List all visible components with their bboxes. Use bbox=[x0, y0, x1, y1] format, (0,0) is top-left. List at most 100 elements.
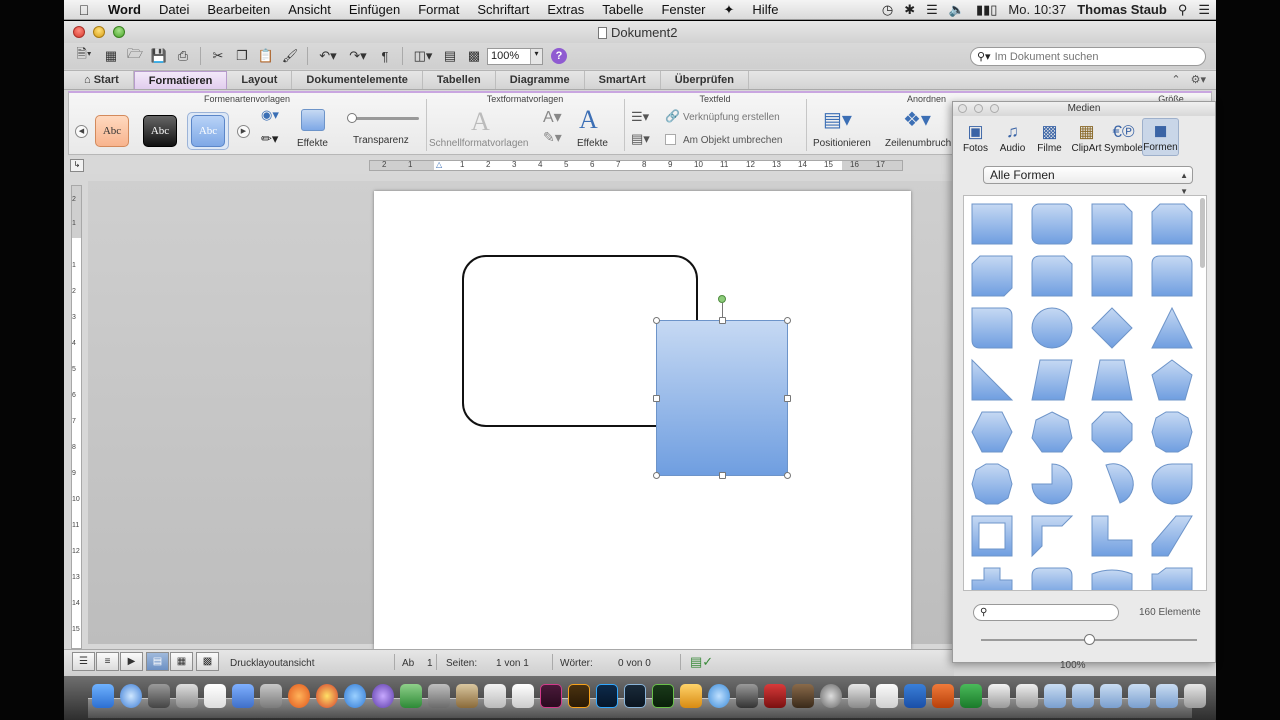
shape-hexagon[interactable] bbox=[971, 411, 1013, 453]
text-outline-icon[interactable]: ✎▾ bbox=[543, 129, 562, 146]
volume-icon[interactable]: 🔈 bbox=[949, 2, 965, 18]
menu-extras[interactable]: Extras bbox=[538, 2, 593, 17]
tab-smartart[interactable]: SmartArt bbox=[585, 71, 661, 89]
script-menu-icon[interactable]: ✦ bbox=[715, 2, 744, 18]
office-tool-icon[interactable] bbox=[1016, 684, 1038, 708]
position-label[interactable]: Positionieren bbox=[813, 138, 871, 149]
calendar-icon[interactable] bbox=[204, 684, 226, 708]
media-tab-filme[interactable]: ▩ Filme bbox=[1031, 118, 1068, 156]
bluetooth-icon[interactable]: ✱ bbox=[904, 2, 915, 18]
rotation-handle[interactable] bbox=[718, 295, 726, 303]
print-layout-view-icon[interactable]: ▤ bbox=[146, 652, 169, 671]
undo-icon[interactable]: ↶▾ bbox=[314, 46, 342, 66]
folder-icon[interactable] bbox=[1072, 684, 1094, 708]
paragraph-marks-icon[interactable]: ¶ bbox=[374, 46, 396, 66]
shape-snip-corner-rectangle[interactable] bbox=[1091, 203, 1133, 245]
textedit-icon[interactable] bbox=[484, 684, 506, 708]
quick-styles-label[interactable]: Schnellformatvorlagen bbox=[429, 138, 529, 149]
downloads-folder-icon[interactable] bbox=[1156, 684, 1178, 708]
effects-preview[interactable] bbox=[301, 109, 325, 131]
app-store-icon[interactable] bbox=[120, 684, 142, 708]
vertical-ruler[interactable]: 2 1 1 2 3 4 5 6 7 8 9 10 11 12 13 14 15 bbox=[71, 185, 82, 649]
finder-icon[interactable] bbox=[92, 684, 114, 708]
style-next-button[interactable]: ▶ bbox=[237, 125, 250, 138]
media-tab-clipart[interactable]: ▦ ClipArt bbox=[1068, 118, 1105, 156]
shape-half-frame[interactable] bbox=[1031, 515, 1074, 558]
indesign-icon[interactable] bbox=[540, 684, 562, 708]
menu-tabelle[interactable]: Tabelle bbox=[593, 2, 652, 17]
shape-decagon[interactable] bbox=[1151, 411, 1193, 453]
resize-handle-bottom-left[interactable] bbox=[653, 472, 660, 479]
redo-icon[interactable]: ↷▾ bbox=[344, 46, 372, 66]
firefox-icon[interactable] bbox=[288, 684, 310, 708]
illustrator-icon[interactable] bbox=[568, 684, 590, 708]
format-painter-icon[interactable]: 🖌 bbox=[279, 46, 301, 66]
paste-icon[interactable]: 📋 bbox=[255, 46, 277, 66]
horizontal-ruler[interactable]: 2 1 △ 1 2 3 4 5 6 7 8 9 10 11 12 13 14 1… bbox=[369, 160, 903, 171]
thumbnail-size-knob[interactable] bbox=[1084, 634, 1095, 645]
save-icon[interactable]: 💾 bbox=[148, 46, 170, 66]
text-direction-icon[interactable]: ☰▾ bbox=[631, 109, 649, 125]
apple-icon[interactable]:  bbox=[64, 2, 104, 18]
shape-right-triangle[interactable] bbox=[971, 358, 1014, 401]
cut-icon[interactable]: ✂ bbox=[207, 46, 229, 66]
menu-ansicht[interactable]: Ansicht bbox=[279, 2, 340, 17]
view-layout-icon[interactable]: ◫▾ bbox=[409, 46, 437, 66]
shape-frame[interactable] bbox=[971, 515, 1013, 557]
menu-format[interactable]: Format bbox=[409, 2, 468, 17]
media-tab-audio[interactable]: ♫ Audio bbox=[994, 118, 1031, 156]
shape-plaque[interactable] bbox=[1031, 567, 1073, 591]
wrap-text-label[interactable]: Zeilenumbruch bbox=[885, 138, 951, 149]
menu-datei[interactable]: Datei bbox=[150, 2, 198, 17]
minimize-button[interactable] bbox=[93, 26, 105, 38]
create-link-label[interactable]: Verknüpfung erstellen bbox=[683, 112, 780, 123]
powerpoint-app-icon[interactable] bbox=[932, 684, 954, 708]
shape-diamond[interactable] bbox=[1091, 307, 1133, 349]
itunes-icon[interactable] bbox=[372, 684, 394, 708]
chevron-down-icon[interactable]: ▾ bbox=[530, 48, 542, 64]
battery-icon[interactable]: ▮▮▯ bbox=[976, 2, 997, 18]
time-machine-icon[interactable]: ◷ bbox=[882, 2, 893, 18]
word-app-icon[interactable] bbox=[904, 684, 926, 708]
shape-rectangle[interactable] bbox=[971, 203, 1013, 245]
system-preferences-icon[interactable] bbox=[260, 684, 282, 708]
fill-color-icon[interactable]: ◉▾ bbox=[261, 107, 279, 123]
media-browser-icon[interactable]: ▩ bbox=[463, 46, 485, 66]
camera-icon[interactable] bbox=[736, 684, 758, 708]
full-screen-view-icon[interactable]: ▩ bbox=[196, 652, 219, 671]
tab-diagramme[interactable]: Diagramme bbox=[496, 71, 585, 89]
dreamweaver-icon[interactable] bbox=[652, 684, 674, 708]
trash-icon[interactable] bbox=[1184, 684, 1206, 708]
resize-handle-top-right[interactable] bbox=[784, 317, 791, 324]
shape-oval[interactable] bbox=[1031, 307, 1073, 349]
shape-can[interactable] bbox=[1091, 569, 1133, 591]
shape-chord[interactable] bbox=[1105, 463, 1134, 504]
excel-app-icon[interactable] bbox=[960, 684, 982, 708]
shape-pie[interactable] bbox=[1031, 463, 1073, 505]
folder-icon[interactable] bbox=[1128, 684, 1150, 708]
position-icon[interactable]: ▤▾ bbox=[823, 107, 852, 132]
lightroom-icon[interactable] bbox=[624, 684, 646, 708]
text-align-icon[interactable]: ▤▾ bbox=[631, 131, 650, 147]
menu-fenster[interactable]: Fenster bbox=[652, 2, 714, 17]
zoom-button[interactable] bbox=[113, 26, 125, 38]
shape-triangle[interactable] bbox=[1151, 306, 1193, 349]
search-input[interactable] bbox=[994, 50, 1195, 63]
archive-icon[interactable] bbox=[680, 684, 702, 708]
document-canvas[interactable] bbox=[88, 181, 954, 651]
shape-style-blue[interactable]: Abc bbox=[191, 115, 225, 147]
open-icon[interactable]: 🗁 bbox=[124, 46, 146, 66]
tab-start[interactable]: ⌂ Start bbox=[70, 71, 134, 89]
panel-header[interactable]: Medien bbox=[953, 102, 1215, 116]
tab-layout[interactable]: Layout bbox=[227, 71, 293, 89]
resize-handle-top[interactable] bbox=[719, 317, 726, 324]
transparency-knob[interactable] bbox=[347, 113, 357, 123]
shape-round-corner-rectangle[interactable] bbox=[1091, 255, 1133, 297]
publishing-view-icon[interactable]: ▶ bbox=[120, 652, 143, 671]
quick-styles-icon[interactable]: A bbox=[471, 107, 490, 137]
shape-style-black[interactable]: Abc bbox=[143, 115, 177, 147]
utility-icon[interactable] bbox=[848, 684, 870, 708]
document-page[interactable] bbox=[374, 191, 911, 651]
shape-octagon[interactable] bbox=[1091, 411, 1133, 453]
folder-icon[interactable] bbox=[1044, 684, 1066, 708]
